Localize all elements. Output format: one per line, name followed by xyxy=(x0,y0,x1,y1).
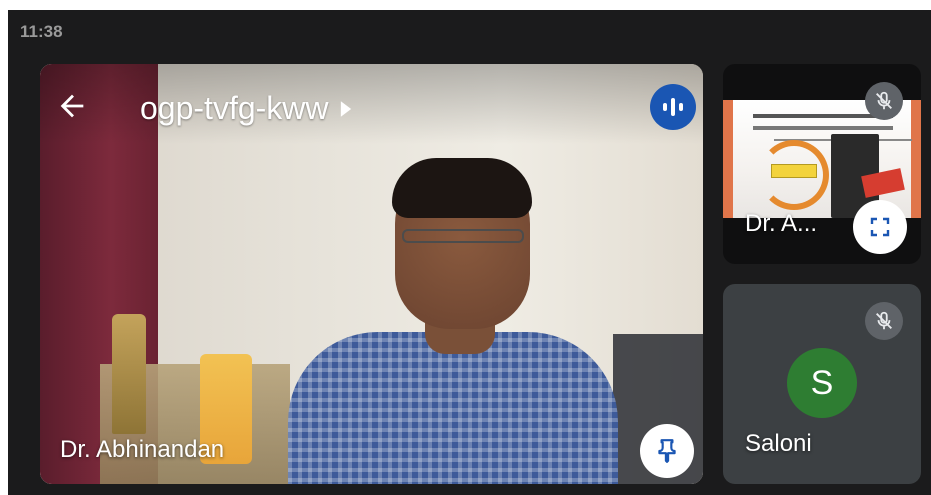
status-bar-time: 11:38 xyxy=(20,22,63,41)
mic-off-icon xyxy=(876,311,892,330)
audio-level-icon xyxy=(663,98,683,116)
participant-name: Saloni xyxy=(745,430,812,457)
participant-tile-presentation[interactable]: Dr. A... xyxy=(723,64,921,264)
arrow-left-icon xyxy=(60,94,84,118)
caret-right-icon xyxy=(340,100,351,117)
audio-level-button[interactable] xyxy=(650,84,696,130)
fullscreen-button[interactable] xyxy=(853,200,907,254)
mic-off-badge xyxy=(865,82,903,120)
mic-off-badge xyxy=(865,302,903,340)
meeting-details-button[interactable]: ogp-tvfg-kww xyxy=(140,90,353,127)
fullscreen-icon xyxy=(870,217,890,237)
main-video-tile[interactable]: ogp-tvfg-kww Dr. Abhinandan xyxy=(40,64,703,484)
back-button[interactable] xyxy=(52,86,92,126)
participant-name: Dr. Abhinandan xyxy=(60,436,225,463)
mic-off-icon xyxy=(876,91,892,110)
participant-tile-saloni[interactable]: S Saloni xyxy=(723,284,921,484)
participant-name: Dr. A... xyxy=(745,210,818,237)
pin-button[interactable] xyxy=(640,424,694,478)
meet-screen: 11:38 ogp-tvfg-kww Dr. Abhinandan Dr. A.… xyxy=(8,10,931,495)
avatar: S xyxy=(787,348,857,418)
meeting-code: ogp-tvfg-kww xyxy=(140,90,329,126)
pin-icon xyxy=(658,439,676,463)
